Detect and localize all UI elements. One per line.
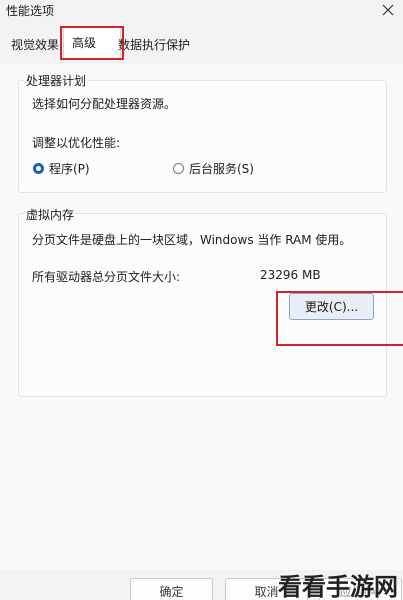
processor-scheduling-title: 处理器计划 <box>24 72 89 89</box>
radio-background-services-label: 后台服务(S) <box>189 162 254 176</box>
radio-programs-label: 程序(P) <box>49 162 90 176</box>
radio-programs-indicator <box>33 163 44 174</box>
total-paging-file-label: 所有驱动器总分页文件大小: <box>32 270 181 284</box>
processor-scheduling-description: 选择如何分配处理器资源。 <box>32 97 177 111</box>
advanced-tab-panel: 处理器计划 选择如何分配处理器资源。 调整以优化性能: 程序(P) 后台服务(S… <box>0 64 403 570</box>
tab-strip <box>0 24 403 65</box>
total-paging-file-value: 23296 MB <box>260 268 321 282</box>
performance-options-dialog: 性能选项 视觉效果 高级 数据执行保护 处理器计划 选择如何分配处理器资源。 调… <box>0 0 403 600</box>
change-button[interactable]: 更改(C)... <box>289 293 374 320</box>
radio-background-services[interactable]: 后台服务(S) <box>173 160 254 177</box>
ok-button[interactable]: 确定 <box>130 578 213 600</box>
tab-data-execution-prevention[interactable]: 数据执行保护 <box>118 36 190 53</box>
virtual-memory-description: 分页文件是硬盘上的一块区域，Windows 当作 RAM 使用。 <box>32 233 352 247</box>
window-title: 性能选项 <box>6 4 55 18</box>
tab-visual-effects[interactable]: 视觉效果 <box>11 36 59 53</box>
tab-advanced[interactable]: 高级 <box>63 27 121 61</box>
radio-background-services-indicator <box>173 163 184 174</box>
title-bar: 性能选项 <box>0 0 403 24</box>
optimize-performance-label: 调整以优化性能: <box>32 136 121 150</box>
radio-programs[interactable]: 程序(P) <box>33 160 90 177</box>
close-icon <box>382 4 394 16</box>
virtual-memory-title: 虚拟内存 <box>24 206 77 223</box>
site-watermark: 看看手游网 <box>278 573 398 600</box>
close-button[interactable] <box>379 1 397 19</box>
